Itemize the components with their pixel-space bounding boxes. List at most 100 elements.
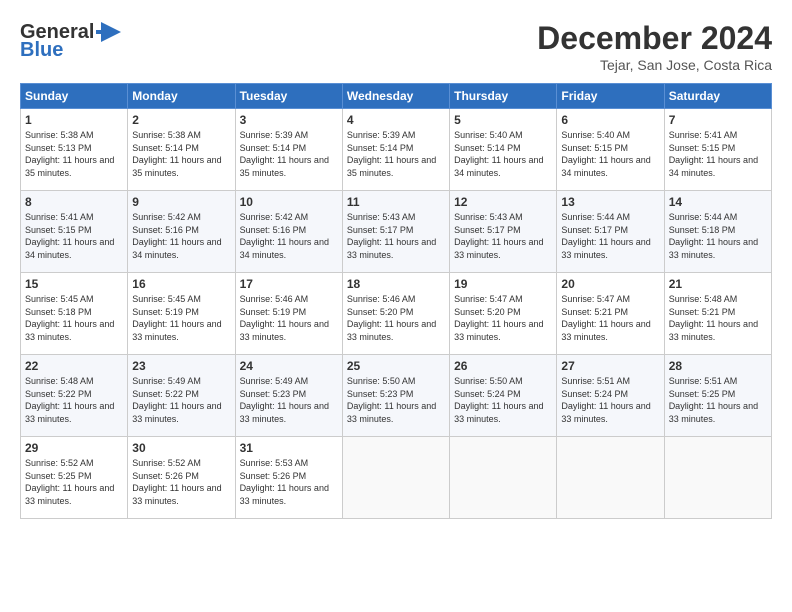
day-info: Sunrise: 5:45 AM Sunset: 5:19 PM Dayligh… bbox=[132, 293, 230, 343]
day-number: 10 bbox=[240, 195, 338, 209]
calendar-day-cell: 19 Sunrise: 5:47 AM Sunset: 5:20 PM Dayli… bbox=[450, 273, 557, 355]
day-number: 6 bbox=[561, 113, 659, 127]
calendar-day-cell: 14 Sunrise: 5:44 AM Sunset: 5:18 PM Dayli… bbox=[664, 191, 771, 273]
day-info: Sunrise: 5:47 AM Sunset: 5:20 PM Dayligh… bbox=[454, 293, 552, 343]
calendar-day-cell: 26Sunrise: 5:50 AM Sunset: 5:24 PM Dayli… bbox=[450, 355, 557, 437]
day-number: 13 bbox=[561, 195, 659, 209]
day-info: Sunrise: 5:52 AM Sunset: 5:25 PM Dayligh… bbox=[25, 457, 123, 507]
day-number: 9 bbox=[132, 195, 230, 209]
day-number: 26 bbox=[454, 359, 552, 373]
calendar-day-cell: 22 Sunrise: 5:48 AM Sunset: 5:22 PM Dayli… bbox=[21, 355, 128, 437]
day-info: Sunrise: 5:41 AM Sunset: 5:15 PM Dayligh… bbox=[25, 211, 123, 261]
day-info: Sunrise: 5:48 AM Sunset: 5:21 PM Dayligh… bbox=[669, 293, 767, 343]
calendar-day-cell: 27 Sunrise: 5:51 AM Sunset: 5:24 PM Dayli… bbox=[557, 355, 664, 437]
calendar-week-row: 1Sunrise: 5:38 AM Sunset: 5:13 PM Daylig… bbox=[21, 109, 772, 191]
day-number: 2 bbox=[132, 113, 230, 127]
day-number: 31 bbox=[240, 441, 338, 455]
day-info: Sunrise: 5:46 AM Sunset: 5:20 PM Dayligh… bbox=[347, 293, 445, 343]
empty-cell bbox=[557, 437, 664, 519]
day-number: 1 bbox=[25, 113, 123, 127]
weekday-header-saturday: Saturday bbox=[664, 84, 771, 109]
day-number: 12 bbox=[454, 195, 552, 209]
day-number: 30 bbox=[132, 441, 230, 455]
calendar-day-cell: 30 Sunrise: 5:52 AM Sunset: 5:26 PM Dayli… bbox=[128, 437, 235, 519]
calendar-day-cell: 24 Sunrise: 5:49 AM Sunset: 5:23 PM Dayli… bbox=[235, 355, 342, 437]
day-info: Sunrise: 5:44 AM Sunset: 5:18 PM Dayligh… bbox=[669, 211, 767, 261]
day-info: Sunrise: 5:46 AM Sunset: 5:19 PM Dayligh… bbox=[240, 293, 338, 343]
logo-icon bbox=[96, 20, 126, 45]
empty-cell bbox=[664, 437, 771, 519]
calendar-day-cell: 21 Sunrise: 5:48 AM Sunset: 5:21 PM Dayli… bbox=[664, 273, 771, 355]
day-info: Sunrise: 5:38 AM Sunset: 5:14 PM Dayligh… bbox=[132, 129, 230, 179]
day-number: 17 bbox=[240, 277, 338, 291]
subtitle: Tejar, San Jose, Costa Rica bbox=[537, 57, 772, 73]
calendar-day-cell: 4 Sunrise: 5:39 AM Sunset: 5:14 PM Daylig… bbox=[342, 109, 449, 191]
day-number: 29 bbox=[25, 441, 123, 455]
day-info: Sunrise: 5:40 AM Sunset: 5:15 PM Dayligh… bbox=[561, 129, 659, 179]
calendar-day-cell: 3 Sunrise: 5:39 AM Sunset: 5:14 PM Daylig… bbox=[235, 109, 342, 191]
day-number: 22 bbox=[25, 359, 123, 373]
day-info: Sunrise: 5:39 AM Sunset: 5:14 PM Dayligh… bbox=[347, 129, 445, 179]
day-number: 11 bbox=[347, 195, 445, 209]
day-info: Sunrise: 5:45 AM Sunset: 5:18 PM Dayligh… bbox=[25, 293, 123, 343]
weekday-header-friday: Friday bbox=[557, 84, 664, 109]
calendar-day-cell: 31Sunrise: 5:53 AM Sunset: 5:26 PM Dayli… bbox=[235, 437, 342, 519]
day-info: Sunrise: 5:42 AM Sunset: 5:16 PM Dayligh… bbox=[240, 211, 338, 261]
page-container: General Blue December 2024 Tejar, San Jo… bbox=[0, 0, 792, 612]
title-area: December 2024 Tejar, San Jose, Costa Ric… bbox=[537, 20, 772, 73]
day-number: 27 bbox=[561, 359, 659, 373]
calendar-day-cell: 10 Sunrise: 5:42 AM Sunset: 5:16 PM Dayli… bbox=[235, 191, 342, 273]
day-info: Sunrise: 5:47 AM Sunset: 5:21 PM Dayligh… bbox=[561, 293, 659, 343]
day-number: 15 bbox=[25, 277, 123, 291]
day-number: 5 bbox=[454, 113, 552, 127]
calendar-day-cell: 13Sunrise: 5:44 AM Sunset: 5:17 PM Dayli… bbox=[557, 191, 664, 273]
day-info: Sunrise: 5:49 AM Sunset: 5:22 PM Dayligh… bbox=[132, 375, 230, 425]
day-info: Sunrise: 5:50 AM Sunset: 5:23 PM Dayligh… bbox=[347, 375, 445, 425]
logo-blue-text: Blue bbox=[20, 39, 63, 62]
weekday-header-row: SundayMondayTuesdayWednesdayThursdayFrid… bbox=[21, 84, 772, 109]
day-number: 28 bbox=[669, 359, 767, 373]
day-info: Sunrise: 5:52 AM Sunset: 5:26 PM Dayligh… bbox=[132, 457, 230, 507]
day-number: 20 bbox=[561, 277, 659, 291]
day-number: 14 bbox=[669, 195, 767, 209]
day-info: Sunrise: 5:51 AM Sunset: 5:25 PM Dayligh… bbox=[669, 375, 767, 425]
calendar-day-cell: 23 Sunrise: 5:49 AM Sunset: 5:22 PM Dayli… bbox=[128, 355, 235, 437]
day-info: Sunrise: 5:43 AM Sunset: 5:17 PM Dayligh… bbox=[347, 211, 445, 261]
calendar-table: SundayMondayTuesdayWednesdayThursdayFrid… bbox=[20, 83, 772, 519]
calendar-day-cell: 29 Sunrise: 5:52 AM Sunset: 5:25 PM Dayli… bbox=[21, 437, 128, 519]
calendar-day-cell: 28 Sunrise: 5:51 AM Sunset: 5:25 PM Dayli… bbox=[664, 355, 771, 437]
day-number: 19 bbox=[454, 277, 552, 291]
day-number: 8 bbox=[25, 195, 123, 209]
calendar-day-cell: 11 Sunrise: 5:43 AM Sunset: 5:17 PM Dayli… bbox=[342, 191, 449, 273]
day-info: Sunrise: 5:39 AM Sunset: 5:14 PM Dayligh… bbox=[240, 129, 338, 179]
day-number: 16 bbox=[132, 277, 230, 291]
day-info: Sunrise: 5:51 AM Sunset: 5:24 PM Dayligh… bbox=[561, 375, 659, 425]
calendar-week-row: 29 Sunrise: 5:52 AM Sunset: 5:25 PM Dayli… bbox=[21, 437, 772, 519]
weekday-header-sunday: Sunday bbox=[21, 84, 128, 109]
calendar-day-cell: 25Sunrise: 5:50 AM Sunset: 5:23 PM Dayli… bbox=[342, 355, 449, 437]
day-info: Sunrise: 5:40 AM Sunset: 5:14 PM Dayligh… bbox=[454, 129, 552, 179]
day-number: 24 bbox=[240, 359, 338, 373]
day-number: 21 bbox=[669, 277, 767, 291]
day-info: Sunrise: 5:42 AM Sunset: 5:16 PM Dayligh… bbox=[132, 211, 230, 261]
calendar-day-cell: 9 Sunrise: 5:42 AM Sunset: 5:16 PM Daylig… bbox=[128, 191, 235, 273]
calendar-day-cell: 17 Sunrise: 5:46 AM Sunset: 5:19 PM Dayli… bbox=[235, 273, 342, 355]
month-title: December 2024 bbox=[537, 20, 772, 57]
weekday-header-thursday: Thursday bbox=[450, 84, 557, 109]
calendar-day-cell: 15 Sunrise: 5:45 AM Sunset: 5:18 PM Dayli… bbox=[21, 273, 128, 355]
weekday-header-wednesday: Wednesday bbox=[342, 84, 449, 109]
calendar-week-row: 15 Sunrise: 5:45 AM Sunset: 5:18 PM Dayli… bbox=[21, 273, 772, 355]
day-number: 23 bbox=[132, 359, 230, 373]
calendar-day-cell: 20 Sunrise: 5:47 AM Sunset: 5:21 PM Dayli… bbox=[557, 273, 664, 355]
calendar-day-cell: 8 Sunrise: 5:41 AM Sunset: 5:15 PM Daylig… bbox=[21, 191, 128, 273]
day-number: 18 bbox=[347, 277, 445, 291]
calendar-day-cell: 12Sunrise: 5:43 AM Sunset: 5:17 PM Dayli… bbox=[450, 191, 557, 273]
day-number: 3 bbox=[240, 113, 338, 127]
day-number: 4 bbox=[347, 113, 445, 127]
calendar-week-row: 22 Sunrise: 5:48 AM Sunset: 5:22 PM Dayli… bbox=[21, 355, 772, 437]
page-header: General Blue December 2024 Tejar, San Jo… bbox=[20, 20, 772, 73]
calendar-day-cell: 16 Sunrise: 5:45 AM Sunset: 5:19 PM Dayli… bbox=[128, 273, 235, 355]
day-info: Sunrise: 5:49 AM Sunset: 5:23 PM Dayligh… bbox=[240, 375, 338, 425]
day-info: Sunrise: 5:48 AM Sunset: 5:22 PM Dayligh… bbox=[25, 375, 123, 425]
day-info: Sunrise: 5:41 AM Sunset: 5:15 PM Dayligh… bbox=[669, 129, 767, 179]
